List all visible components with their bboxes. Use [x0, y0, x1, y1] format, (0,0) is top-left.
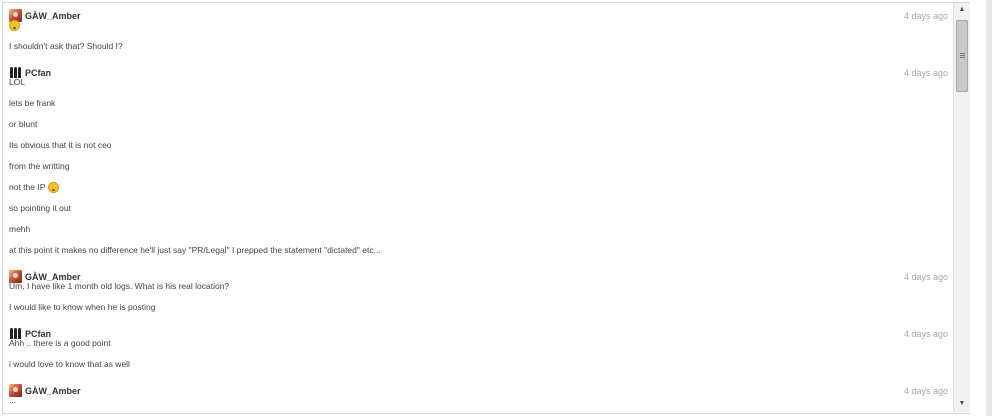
timestamp: 4 days ago: [903, 272, 948, 282]
chat-message: at this point it makes no difference he'…: [9, 245, 381, 256]
timestamp: 4 days ago: [903, 68, 948, 78]
chat-log-panel[interactable]: GÀW_Amber 4 days ago I shouldn't ask that?…: [2, 2, 970, 414]
chat-message: not the IP: [9, 182, 60, 194]
message-text: so pointing it out: [9, 203, 71, 213]
chat-message: I shouldn't ask that? Should I?: [9, 41, 123, 52]
message-text: ...: [9, 395, 17, 405]
timestamp: 4 days ago: [903, 386, 948, 396]
message-text: i would love to know that as well: [9, 359, 130, 369]
username[interactable]: GÀW_Amber: [25, 11, 81, 21]
timestamp: 4 days ago: [903, 329, 948, 339]
message-text: I shouldn't ask that? Should I?: [9, 41, 123, 51]
message-text: mehh: [9, 224, 31, 234]
message-text: at this point it makes no difference he'…: [9, 245, 381, 255]
window-edge: [986, 0, 992, 416]
chat-message: Um, I have like 1 month old logs. What i…: [9, 281, 229, 292]
post-header: PCfan 4 days ago: [8, 60, 954, 79]
chat-message: lets be frank: [9, 98, 55, 109]
scroll-up-arrow-icon[interactable]: ▲: [954, 3, 970, 16]
post-header: GÀW_Amber 4 days ago: [8, 378, 954, 397]
chat-post: PCfan 4 days ago LOL lets be frank or blunt I…: [8, 60, 954, 255]
chat-message: i would love to know that as well: [9, 359, 130, 370]
chat-post: PCfan 4 days ago Ahh .. there is a good po…: [8, 321, 954, 369]
chat-message: mehh: [9, 224, 30, 235]
chat-message: Ahh .. there is a good point: [9, 338, 111, 349]
grip-icon: [960, 53, 965, 59]
message-text: or blunt: [9, 119, 38, 129]
vertical-scrollbar[interactable]: ▲ ▼: [953, 3, 970, 412]
username[interactable]: PCfan: [25, 68, 51, 78]
message-text: Its obvious that it is not ceo: [9, 140, 112, 150]
chat-message: [9, 20, 20, 32]
grinning-face-emoji: [48, 182, 60, 194]
post-header: PCfan 4 days ago: [8, 321, 954, 340]
scroll-down-arrow-icon[interactable]: ▼: [954, 397, 970, 410]
post-header: GÀW_Amber 4 days ago: [8, 264, 954, 283]
chat-post: GÀW_Amber 4 days ago...: [8, 378, 954, 405]
scroll-thumb[interactable]: [956, 20, 968, 92]
chat-message: from the writting: [9, 161, 69, 172]
username[interactable]: GÀW_Amber: [25, 386, 81, 396]
post-header: GÀW_Amber 4 days ago: [8, 3, 954, 22]
worried-face-emoji: [9, 20, 20, 32]
message-text: Ahh .. there is a good point: [9, 338, 111, 348]
chat-message: ...: [9, 395, 16, 406]
chat-message: Its obvious that it is not ceo: [9, 140, 112, 151]
timestamp: 4 days ago: [903, 11, 948, 21]
message-text: lets be frank: [9, 98, 56, 108]
message-text: not the IP: [9, 182, 46, 192]
message-text: from the writting: [9, 161, 70, 171]
chat-message: or blunt: [9, 119, 37, 130]
message-text: Um, I have like 1 month old logs. What i…: [9, 281, 230, 291]
chat-post: GÀW_Amber 4 days ago I shouldn't ask that?…: [8, 3, 954, 51]
message-text: LOL: [9, 77, 26, 87]
chat-post: GÀW_Amber 4 days ago Um, I have like 1 mon…: [8, 264, 954, 312]
chat-message: I would like to know when he is posting: [9, 302, 155, 313]
chat-message: LOL: [9, 77, 25, 88]
chat-message: so pointing it out: [9, 203, 71, 214]
message-text: I would like to know when he is posting: [9, 302, 156, 312]
